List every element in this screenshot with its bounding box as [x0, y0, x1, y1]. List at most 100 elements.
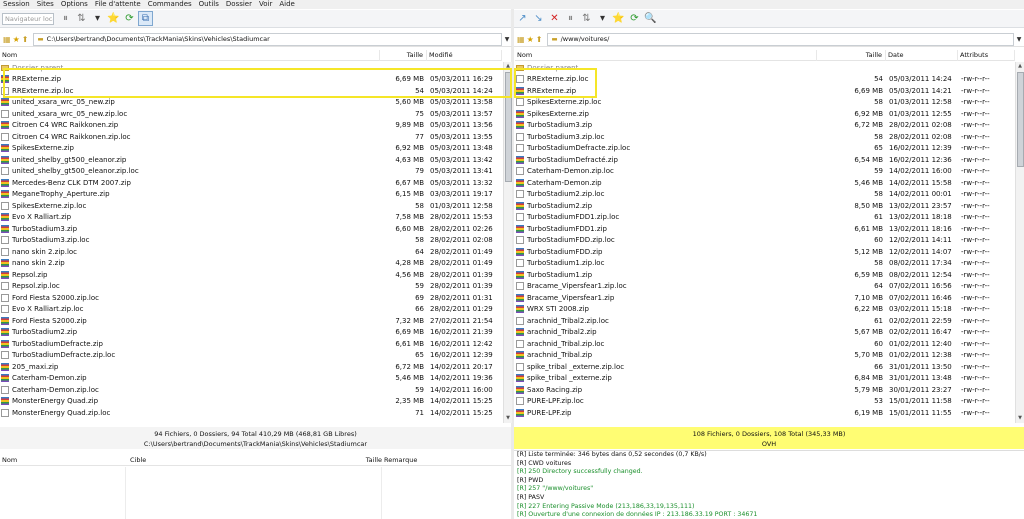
- menu-item-dossier[interactable]: Dossier: [226, 0, 252, 9]
- local-file-row[interactable]: TurboStadium3.zip.loc 58 28/02/2011 02:08: [0, 235, 502, 247]
- remote-file-row[interactable]: Caterham-Demon.zip.loc 59 14/02/2011 16:00…: [515, 166, 1015, 178]
- remote-path-dropdown-icon[interactable]: ▼: [1014, 36, 1024, 43]
- remote-file-row[interactable]: TurboStadium1.zip 6,59 MB 08/02/2011 12:54…: [515, 269, 1015, 281]
- find-icon[interactable]: 🔍: [643, 11, 658, 26]
- local-path-input[interactable]: ▬ C:\Users\bertrand\Documents\TrackMania…: [33, 32, 502, 46]
- bookmark-icon[interactable]: ⭐: [106, 11, 121, 26]
- refresh-icon[interactable]: ⟳: [627, 11, 642, 26]
- favorites-icon[interactable]: ★: [13, 35, 20, 44]
- remote-file-row[interactable]: TurboStadiumFDD.zip.loc 60 12/02/2011 14:1…: [515, 235, 1015, 247]
- local-file-row[interactable]: TurboStadium2.zip 6,69 MB 16/02/2011 21:39: [0, 327, 502, 339]
- menu-item-voir[interactable]: Voir: [259, 0, 272, 9]
- transfer-icon[interactable]: ⇅: [579, 11, 594, 26]
- remote-file-row[interactable]: arachnid_Tribal2.zip 5,67 MB 02/02/2011 16…: [515, 327, 1015, 339]
- remote-file-row[interactable]: SpikesExterne.zip 6,92 MB 01/03/2011 12:55…: [515, 108, 1015, 120]
- remote-scroll-thumb[interactable]: [1017, 72, 1024, 167]
- local-file-row[interactable]: Citroen C4 WRC Raikkonen.zip 9,89 MB 05/03…: [0, 120, 502, 132]
- remote-file-row[interactable]: SpikesExterne.zip.loc 58 01/03/2011 12:58-…: [515, 97, 1015, 109]
- pause-icon[interactable]: ⏸: [563, 11, 578, 26]
- local-file-row[interactable]: MonsterEnergy Quad.zip.loc 71 14/02/2011 1…: [0, 407, 502, 419]
- local-file-row[interactable]: RRExterne.zip 6,69 MB 05/03/2011 16:29: [0, 74, 502, 86]
- local-file-row[interactable]: MeganeTrophy_Aperture.zip 6,15 MB 03/03/20…: [0, 189, 502, 201]
- remote-file-row[interactable]: TurboStadiumDefracte.zip.loc 65 16/02/2011…: [515, 143, 1015, 155]
- local-file-row[interactable]: united_shelby_gt500_eleanor.zip 4,63 MB 05…: [0, 154, 502, 166]
- sync-browse-icon[interactable]: ⧉: [138, 11, 153, 26]
- local-path-dropdown-icon[interactable]: ▼: [502, 36, 512, 43]
- local-col-name[interactable]: Nom: [0, 49, 380, 61]
- local-file-row[interactable]: united_shelby_gt500_eleanor.zip.loc 79 05/…: [0, 166, 502, 178]
- remote-file-row[interactable]: Bracame_Vipersfear1.zip 7,10 MB 07/02/2011…: [515, 292, 1015, 304]
- remote-col-date[interactable]: Date: [886, 49, 958, 61]
- local-file-row[interactable]: Caterham-Demon.zip.loc 59 14/02/2011 16:00: [0, 384, 502, 396]
- local-file-row[interactable]: TurboStadiumDefracte.zip 6,61 MB 16/02/201…: [0, 338, 502, 350]
- local-file-row[interactable]: Citroen C4 WRC Raikkonen.zip.loc 77 05/03/…: [0, 131, 502, 143]
- remote-file-row[interactable]: Saxo Racing.zip 5,79 MB 30/01/2011 23:27 -r…: [515, 384, 1015, 396]
- scroll-up-icon[interactable]: ▲: [1016, 62, 1024, 71]
- menu-item-outils[interactable]: Outils: [199, 0, 219, 9]
- scroll-up-icon[interactable]: ▲: [504, 62, 512, 71]
- remote-file-row[interactable]: TurboStadium2.zip 8,50 MB 13/02/2011 23:57…: [515, 200, 1015, 212]
- queue-col-size[interactable]: Taille: [360, 455, 382, 466]
- local-file-row[interactable]: TurboStadiumDefracte.zip.loc 65 16/02/2011…: [0, 350, 502, 362]
- connect-icon[interactable]: ↗: [515, 11, 530, 26]
- remote-file-row[interactable]: TurboStadium2.zip.loc 58 14/02/2011 00:01-…: [515, 189, 1015, 201]
- local-file-row[interactable]: Evo X Ralliart.zip.loc 66 28/02/2011 01:29: [0, 304, 502, 316]
- remote-file-row[interactable]: TurboStadium3.zip.loc 58 28/02/2011 02:08-…: [515, 131, 1015, 143]
- local-file-row[interactable]: nano skin 2.zip 4,28 MB 28/02/2011 01:49: [0, 258, 502, 270]
- local-file-row[interactable]: Dossier parent: [0, 62, 502, 74]
- transfer-icon[interactable]: ⇅: [74, 11, 89, 26]
- local-file-row[interactable]: SpikesExterne.zip 6,92 MB 05/03/2011 13:48: [0, 143, 502, 155]
- menu-item-sites[interactable]: Sites: [37, 0, 54, 9]
- remote-col-attr[interactable]: Attributs: [958, 49, 1015, 61]
- remote-file-row[interactable]: TurboStadium3.zip 6,72 MB 28/02/2011 02:08…: [515, 120, 1015, 132]
- local-col-date[interactable]: Modifié: [427, 49, 502, 61]
- folder-up-icon[interactable]: ⬆: [22, 35, 29, 44]
- local-file-row[interactable]: TurboStadium3.zip 6,60 MB 28/02/2011 02:26: [0, 223, 502, 235]
- local-file-row[interactable]: Ford Fiesta S2000.zip.loc 69 28/02/2011 01…: [0, 292, 502, 304]
- remote-file-row[interactable]: Caterham-Demon.zip 5,46 MB 14/02/2011 15:5…: [515, 177, 1015, 189]
- remote-file-row[interactable]: TurboStadiumFDD1.zip 6,61 MB 13/02/2011 18…: [515, 223, 1015, 235]
- remote-col-name[interactable]: Nom: [515, 49, 817, 61]
- local-file-row[interactable]: Repsol.zip 4,56 MB 28/02/2011 01:39: [0, 269, 502, 281]
- remote-file-row[interactable]: Bracame_Vipersfear1.zip.loc 64 07/02/2011 …: [515, 281, 1015, 293]
- queue-col-target[interactable]: Cible: [128, 455, 360, 466]
- local-file-row[interactable]: Evo X Ralliart.zip 7,58 MB 28/02/2011 15:5…: [0, 212, 502, 224]
- dropdown-icon[interactable]: ▾: [90, 11, 105, 26]
- abort-icon[interactable]: ✕: [547, 11, 562, 26]
- remote-file-row[interactable]: Dossier parent: [515, 62, 1015, 74]
- scroll-down-icon[interactable]: ▼: [504, 414, 512, 423]
- remote-file-row[interactable]: WRX STI 2008.zip 6,22 MB 03/02/2011 15:18-…: [515, 304, 1015, 316]
- local-file-row[interactable]: Ford Fiesta S2000.zip 7,32 MB 27/02/2011 2…: [0, 315, 502, 327]
- menu-item-session[interactable]: Session: [3, 0, 30, 9]
- favorites-icon[interactable]: ★: [527, 35, 534, 44]
- refresh-icon[interactable]: ⟳: [122, 11, 137, 26]
- local-col-size[interactable]: Taille: [380, 49, 427, 61]
- local-file-row[interactable]: united_xsara_wrc_05_new.zip 5,60 MB 05/03/…: [0, 97, 502, 109]
- remote-file-row[interactable]: TurboStadiumFDD.zip 5,12 MB 12/02/2011 14:…: [515, 246, 1015, 258]
- remote-file-row[interactable]: TurboStadium1.zip.loc 58 08/02/2011 17:34-…: [515, 258, 1015, 270]
- transfer-queue[interactable]: [0, 467, 511, 519]
- local-file-row[interactable]: united_xsara_wrc_05_new.zip.loc 75 05/03/2…: [0, 108, 502, 120]
- menu-item-options[interactable]: Options: [61, 0, 88, 9]
- local-file-row[interactable]: Caterham-Demon.zip 5,46 MB 14/02/2011 19:3…: [0, 373, 502, 385]
- bookmark-icon[interactable]: ⭐: [611, 11, 626, 26]
- scroll-down-icon[interactable]: ▼: [1016, 414, 1024, 423]
- dropdown-icon[interactable]: ▾: [595, 11, 610, 26]
- local-file-row[interactable]: Mercedes-Benz CLK DTM 2007.zip 6,67 MB 05/…: [0, 177, 502, 189]
- local-scrollbar[interactable]: ▲ ▼: [503, 62, 512, 423]
- pause-icon[interactable]: ⏸: [58, 11, 73, 26]
- local-file-row[interactable]: SpikesExterne.zip.loc 58 01/03/2011 12:58: [0, 200, 502, 212]
- local-site-label[interactable]: Navigateur local: [2, 12, 54, 25]
- local-file-row[interactable]: RRExterne.zip.loc 54 05/03/2011 14:24: [0, 85, 502, 97]
- folder-up-icon[interactable]: ⬆: [536, 35, 543, 44]
- remote-file-row[interactable]: RRExterne.zip.loc 54 05/03/2011 14:24 -rw-r…: [515, 74, 1015, 86]
- local-scroll-thumb[interactable]: [505, 72, 512, 182]
- remote-file-row[interactable]: spike_tribal _externe.zip 6,84 MB 31/01/20…: [515, 373, 1015, 385]
- remote-path-input[interactable]: ▬ /www/voitures/: [547, 32, 1014, 46]
- remote-file-row[interactable]: arachnid_Tribal2.zip.loc 61 02/02/2011 22:…: [515, 315, 1015, 327]
- remote-file-row[interactable]: arachnid_Tribal.zip 5,70 MB 01/02/2011 12:…: [515, 350, 1015, 362]
- remote-file-row[interactable]: spike_tribal _externe.zip.loc 66 31/01/201…: [515, 361, 1015, 373]
- folder-tree-icon[interactable]: ▦: [517, 35, 525, 44]
- session-log[interactable]: [R] Liste terminée: 346 bytes dans 0,52 …: [514, 450, 1024, 519]
- remote-file-row[interactable]: RRExterne.zip 6,69 MB 05/03/2011 14:21 -rw-…: [515, 85, 1015, 97]
